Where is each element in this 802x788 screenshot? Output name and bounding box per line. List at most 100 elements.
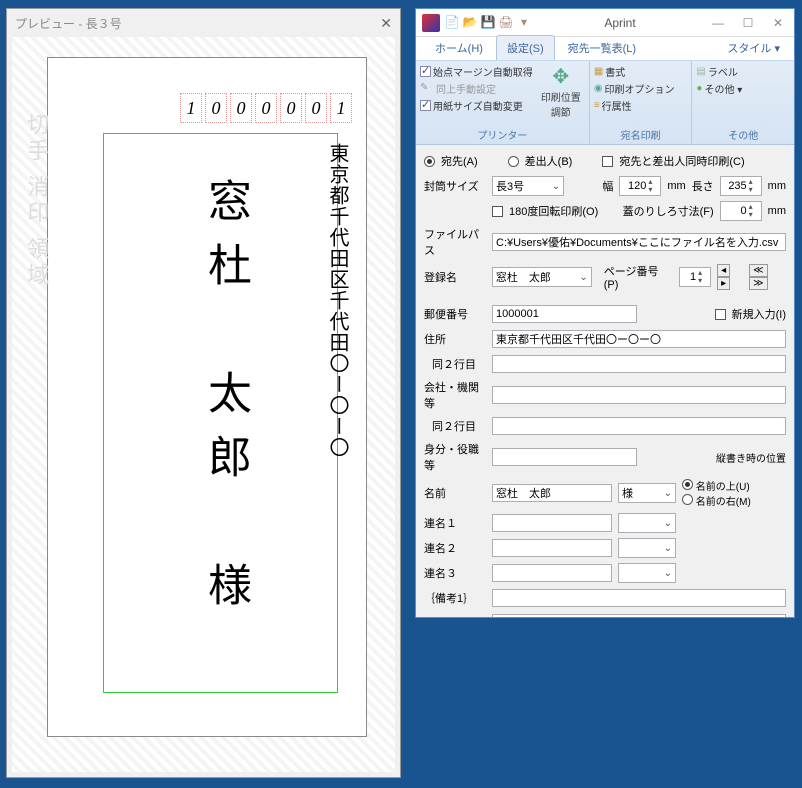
postal-digit: 0 <box>230 93 252 123</box>
stamp-area-label: 切手 消印 領域 <box>23 113 49 289</box>
length-input[interactable]: ▴▾ <box>720 176 762 196</box>
radio-above[interactable] <box>682 479 693 490</box>
postal-label: 郵便番号 <box>424 306 486 322</box>
page-first-last-buttons[interactable]: ≪≫ <box>749 264 786 290</box>
renmei3-input[interactable] <box>492 564 612 582</box>
remark2-input[interactable] <box>492 614 786 617</box>
margin-auto-checkbox[interactable]: 始点マージン自動取得 <box>420 64 533 79</box>
new-icon[interactable]: 📄 <box>444 15 460 31</box>
new-input-label: 新規入力(I) <box>732 306 786 322</box>
tab-home[interactable]: ホーム(H) <box>424 35 494 60</box>
honorific-select[interactable]: 様 <box>618 483 676 503</box>
remark1-label: ｛備考1｝ <box>424 590 486 606</box>
tab-settings[interactable]: 設定(S) <box>496 35 555 60</box>
ribbon-group-atena: ▦書式 ◉印刷オプション ≡行属性 宛名印刷 <box>590 61 693 144</box>
app-title: Aprint <box>536 16 704 30</box>
width-label: 幅 <box>602 178 613 194</box>
page-nav-buttons[interactable]: ◂▸ <box>717 264 743 290</box>
radio-right[interactable] <box>682 494 693 505</box>
style-menu[interactable]: スタイル ▾ <box>721 36 786 60</box>
preview-body: 切手 消印 領域 1 0 0 0 0 0 1 東京都千代田区千代田〇ー〇ー〇 窓… <box>12 37 395 772</box>
env-size-label: 封筒サイズ <box>424 178 486 194</box>
role-input[interactable] <box>492 448 637 466</box>
tab-list[interactable]: 宛先一覧表(L) <box>557 35 647 60</box>
preview-address: 東京都千代田区千代田〇ー〇ー〇 <box>323 143 352 458</box>
name-input[interactable] <box>492 484 612 502</box>
page-label: ページ番号(P) <box>604 263 673 291</box>
ribbon-tabs: ホーム(H) 設定(S) 宛先一覧表(L) スタイル ▾ <box>416 37 794 61</box>
minimize-icon[interactable]: — <box>708 16 728 30</box>
rotate-label: 180度回転印刷(O) <box>509 203 598 219</box>
row-attrs-button[interactable]: ≡行属性 <box>594 98 688 113</box>
vert-pos-label: 縦書き時の位置 <box>716 450 786 465</box>
width-input[interactable]: ▴▾ <box>619 176 661 196</box>
renmei2-input[interactable] <box>492 539 612 557</box>
postal-digit: 1 <box>330 93 352 123</box>
radio-sender-label: 差出人(B) <box>525 153 573 169</box>
company-line2-label: 同２行目 <box>424 418 486 434</box>
close-icon[interactable]: ✕ <box>768 16 788 30</box>
address-label: 住所 <box>424 331 486 347</box>
preview-titlebar: プレビュー - 長３号 ✕ <box>7 9 400 37</box>
radio-recipient[interactable] <box>424 156 435 167</box>
glue-label: 蓋のりしろ寸法(F) <box>623 203 714 219</box>
company-line2-input[interactable] <box>492 417 786 435</box>
ribbon-label-atena: 宛名印刷 <box>594 125 688 144</box>
remark2-label: ｛備考2｝ <box>424 615 486 617</box>
remark1-input[interactable] <box>492 589 786 607</box>
manual-setting[interactable]: ✎同上手動設定 <box>420 81 533 96</box>
renmei1-honor-select[interactable] <box>618 513 676 533</box>
move-icon: ✥ <box>552 64 569 89</box>
role-label: 身分・役職等 <box>424 441 486 473</box>
company-label: 会社・機関等 <box>424 379 486 411</box>
postal-digit: 0 <box>280 93 302 123</box>
rotate-checkbox[interactable] <box>492 206 503 217</box>
env-size-select[interactable]: 長3号 <box>492 176 564 196</box>
print-icon[interactable]: 🖨 <box>498 15 514 31</box>
radio-sender[interactable] <box>508 156 519 167</box>
dropdown-icon[interactable]: ▾ <box>516 15 532 31</box>
regname-select[interactable]: 窓杜 太郎 <box>492 267 592 287</box>
renmei3-honor-select[interactable] <box>618 563 676 583</box>
page-input[interactable]: ▴▾ <box>679 267 711 287</box>
ribbon-group-printer: 始点マージン自動取得 ✎同上手動設定 用紙サイズ自動変更 ✥ 印刷位置 調節 プ… <box>416 61 590 144</box>
checkbox-both[interactable] <box>602 156 613 167</box>
open-icon[interactable]: 📂 <box>462 15 478 31</box>
line2-label: 同２行目 <box>424 356 486 372</box>
postal-input[interactable] <box>492 305 637 323</box>
app-window: 📄 📂 💾 🖨 ▾ Aprint — ☐ ✕ ホーム(H) 設定(S) 宛先一覧… <box>415 8 795 618</box>
preview-window: プレビュー - 長３号 ✕ 切手 消印 領域 1 0 0 0 0 0 1 東京都… <box>6 8 401 778</box>
renmei1-input[interactable] <box>492 514 612 532</box>
quick-access-toolbar: 📄 📂 💾 🖨 ▾ <box>444 15 532 31</box>
glue-input[interactable]: ▴▾ <box>720 201 762 221</box>
postal-digit: 0 <box>255 93 277 123</box>
length-label: 長さ <box>692 178 714 194</box>
renmei3-label: 連名３ <box>424 565 486 581</box>
new-input-checkbox[interactable] <box>715 309 726 320</box>
name-label: 名前 <box>424 485 486 501</box>
format-button[interactable]: ▦書式 <box>594 64 688 79</box>
checkbox-both-label: 宛先と差出人同時印刷(C) <box>619 153 744 169</box>
window-controls: — ☐ ✕ <box>708 16 788 30</box>
ribbon: 始点マージン自動取得 ✎同上手動設定 用紙サイズ自動変更 ✥ 印刷位置 調節 プ… <box>416 61 794 145</box>
renmei2-honor-select[interactable] <box>618 538 676 558</box>
labels-button[interactable]: ▤ラベル <box>696 64 790 79</box>
company-input[interactable] <box>492 386 786 404</box>
address-line2-input[interactable] <box>492 355 786 373</box>
save-icon[interactable]: 💾 <box>480 15 496 31</box>
paper-auto-checkbox[interactable]: 用紙サイズ自動変更 <box>420 98 533 113</box>
address-input[interactable] <box>492 330 786 348</box>
print-options-button[interactable]: ◉印刷オプション <box>594 81 688 96</box>
postal-digit: 1 <box>180 93 202 123</box>
postal-digit: 0 <box>205 93 227 123</box>
maximize-icon[interactable]: ☐ <box>738 16 758 30</box>
preview-name: 窓杜 太郎 様 <box>193 178 257 626</box>
renmei1-label: 連名１ <box>424 515 486 531</box>
ribbon-label-other: その他 <box>696 125 790 144</box>
others-button[interactable]: ●その他 ▾ <box>696 81 790 96</box>
close-icon[interactable]: ✕ <box>380 15 392 32</box>
filepath-input[interactable] <box>492 233 786 251</box>
print-position-button[interactable]: ✥ 印刷位置 調節 <box>537 64 585 119</box>
ribbon-group-other: ▤ラベル ●その他 ▾ その他 <box>692 61 794 144</box>
postal-digit: 0 <box>305 93 327 123</box>
